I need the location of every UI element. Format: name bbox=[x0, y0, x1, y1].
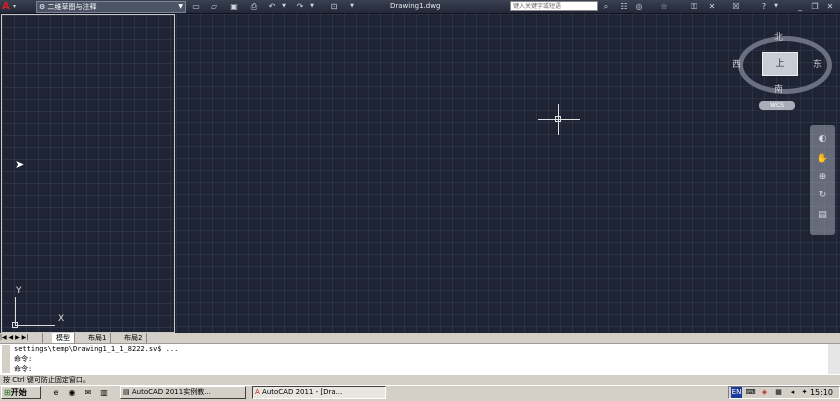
mail-icon[interactable]: ✉ bbox=[82, 387, 94, 398]
undo-icon[interactable]: ↶ bbox=[266, 1, 278, 12]
orbit-icon[interactable]: ↻ bbox=[816, 189, 829, 202]
wcs-menu[interactable]: WCS bbox=[759, 101, 795, 110]
taskbar-button-autocad[interactable]: A AutoCAD 2011 - [Dra... bbox=[252, 386, 386, 399]
ie-icon[interactable]: e bbox=[50, 387, 62, 398]
horizontal-scrollbar[interactable] bbox=[176, 333, 840, 343]
media-player-icon[interactable]: ◉ bbox=[66, 387, 78, 398]
tab-layout2[interactable]: 布局2 bbox=[120, 333, 148, 343]
customize-dropdown-icon[interactable]: ▼ bbox=[346, 1, 358, 12]
navigation-bar: ◐ ✋ ⊕ ↻ ▤ bbox=[810, 125, 835, 235]
gear-icon: ⚙ bbox=[39, 3, 46, 11]
start-label: 开始 bbox=[10, 388, 27, 397]
help-dropdown-icon[interactable]: ▼ bbox=[770, 1, 782, 12]
tab-model[interactable]: 模型 bbox=[52, 333, 75, 343]
open-icon[interactable]: ▱ bbox=[208, 1, 220, 12]
ucs-y-axis bbox=[15, 297, 16, 325]
clock[interactable]: 15:10 bbox=[810, 387, 833, 398]
chevron-down-icon: ▼ bbox=[178, 3, 183, 10]
ucs-origin bbox=[12, 322, 18, 328]
taskbar-button-doc[interactable]: ▤ AutoCAD 2011实例教... bbox=[120, 386, 246, 399]
compass-east[interactable]: 东 bbox=[813, 57, 822, 70]
ucs-x-label: X bbox=[58, 314, 65, 324]
tab-layout1[interactable]: 布局1 bbox=[84, 333, 112, 343]
command-history-line: settings\temp\Drawing1_1_1_8222.sv$ ... bbox=[14, 345, 179, 353]
command-prompt[interactable]: 命令: bbox=[14, 364, 32, 374]
compass-west[interactable]: 西 bbox=[732, 57, 741, 70]
redo-dropdown-icon[interactable]: ▼ bbox=[306, 1, 318, 12]
restore-icon[interactable]: ❐ bbox=[809, 1, 821, 12]
taskbar-button-label: AutoCAD 2011 - [Dra... bbox=[262, 388, 343, 396]
compass-north[interactable]: 北 bbox=[774, 30, 783, 43]
taskbar-button-label: AutoCAD 2011实例教... bbox=[131, 388, 211, 396]
pan-icon[interactable]: ✋ bbox=[816, 153, 829, 166]
show-desktop-icon[interactable]: ▥ bbox=[98, 387, 110, 398]
search-icon[interactable]: ⌕ bbox=[600, 1, 612, 12]
ucs-y-label: Y bbox=[16, 286, 22, 296]
volume-icon[interactable]: ◂ bbox=[787, 387, 798, 398]
save-icon[interactable]: ▣ bbox=[228, 1, 240, 12]
close-icon[interactable]: ✕ bbox=[824, 1, 836, 12]
input-language-indicator[interactable]: EN bbox=[731, 387, 742, 398]
network-icon[interactable]: ▦ bbox=[773, 387, 784, 398]
tab-nav-arrows-icon[interactable]: |◀ ◀ ▶ ▶| bbox=[0, 333, 43, 343]
print-icon[interactable]: ⎙ bbox=[248, 1, 260, 12]
autocad-icon: A bbox=[255, 388, 260, 396]
redo-icon[interactable]: ↷ bbox=[294, 1, 306, 12]
zoom-icon[interactable]: ⊕ bbox=[816, 171, 829, 184]
exchange-icon[interactable]: ✕ bbox=[706, 1, 718, 12]
viewcube-top-face[interactable]: 上 bbox=[762, 52, 798, 76]
antivirus-icon[interactable]: ◈ bbox=[759, 387, 770, 398]
ime-icon[interactable]: ⌨ bbox=[745, 387, 756, 398]
help-icon[interactable]: ? bbox=[758, 1, 770, 12]
start-button[interactable]: ⊞开始 bbox=[1, 386, 41, 399]
command-scrollbar[interactable] bbox=[828, 344, 840, 374]
command-window[interactable]: settings\temp\Drawing1_1_1_8222.sv$ ... … bbox=[0, 343, 840, 375]
ucs-x-axis bbox=[15, 325, 55, 326]
workspace-label: 二维草图与注释 bbox=[47, 3, 97, 11]
viewport-left[interactable] bbox=[1, 14, 175, 333]
layout-tabs: |◀ ◀ ▶ ▶| 模型 布局1 布局2 bbox=[0, 333, 176, 343]
workspace-select[interactable]: ⚙ 二维草图与注释 ▼ bbox=[36, 1, 186, 13]
steering-wheel-icon[interactable]: ◐ bbox=[816, 133, 829, 146]
subscription-icon[interactable]: ☷ bbox=[618, 1, 630, 12]
showmotion-icon[interactable]: ▤ bbox=[816, 209, 829, 222]
star-icon[interactable]: ☆ bbox=[658, 1, 670, 12]
search-input[interactable]: 键入关键字或短语 bbox=[510, 1, 598, 11]
key-icon[interactable]: ⚿ bbox=[688, 1, 700, 12]
system-tray: EN ⌨ ◈ ▦ ◂ ✦ 15:10 bbox=[728, 386, 840, 399]
comm-center-icon[interactable]: ◎ bbox=[633, 1, 645, 12]
title-bar: A ▾ ⚙ 二维草图与注释 ▼ ▭ ▱ ▣ ⎙ ↶ ▼ ↷ ▼ ⊡ ▼ Draw… bbox=[0, 0, 840, 14]
document-title: Drawing1.dwg bbox=[390, 2, 441, 10]
safety-icon[interactable]: ✦ bbox=[799, 387, 810, 398]
windows-logo-icon: ⊞ bbox=[4, 388, 11, 397]
exchange2-icon[interactable]: ☒ bbox=[730, 1, 742, 12]
word-icon: ▤ bbox=[123, 388, 130, 396]
command-window-grip[interactable] bbox=[2, 345, 10, 373]
autocad-app-icon[interactable]: A bbox=[2, 0, 10, 13]
minimize-icon[interactable]: _ bbox=[794, 1, 806, 12]
layer-icon[interactable]: ⊡ bbox=[328, 1, 340, 12]
crosshair-pickbox bbox=[555, 116, 561, 122]
mouse-pointer-icon: ➤ bbox=[15, 158, 25, 171]
compass-south[interactable]: 南 bbox=[774, 82, 783, 95]
new-icon[interactable]: ▭ bbox=[190, 1, 202, 12]
app-menu-caret-icon[interactable]: ▾ bbox=[13, 0, 16, 13]
command-history-line: 命令: bbox=[14, 355, 33, 363]
undo-dropdown-icon[interactable]: ▼ bbox=[278, 1, 290, 12]
